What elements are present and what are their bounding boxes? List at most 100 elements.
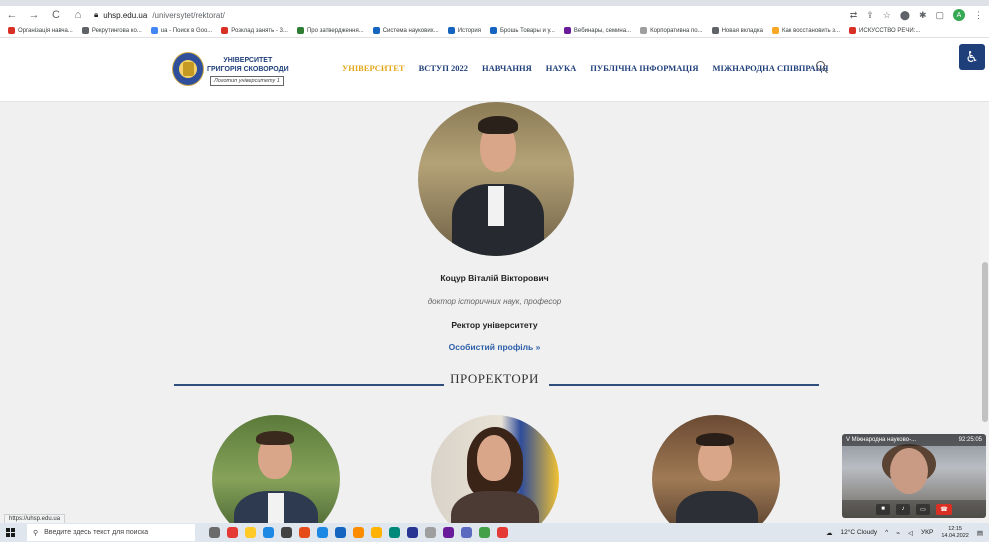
nav-item-education[interactable]: НАВЧАННЯ bbox=[482, 63, 532, 73]
taskbar-app-icon[interactable] bbox=[245, 527, 256, 538]
puzzle-icon[interactable]: ✱ bbox=[919, 10, 927, 21]
windows-taskbar: ⚲ Введите здесь текст для поиска ☁ 12°C … bbox=[0, 523, 989, 542]
bookmark-item[interactable]: История bbox=[447, 27, 481, 34]
forward-icon[interactable]: → bbox=[28, 9, 40, 21]
accessibility-icon[interactable]: ♿︎ bbox=[959, 44, 985, 70]
bookmark-label: Как восстановить з... bbox=[781, 27, 841, 34]
bookmark-item[interactable]: Організація навча... bbox=[8, 27, 73, 34]
taskbar-search[interactable]: ⚲ Введите здесь текст для поиска bbox=[27, 524, 195, 541]
search-icon[interactable] bbox=[816, 61, 825, 70]
tray-chevron-icon[interactable]: ^ bbox=[885, 529, 888, 536]
lock-icon: 🔒︎ bbox=[94, 10, 99, 19]
star-icon[interactable]: ☆ bbox=[883, 10, 891, 21]
taskbar-app-icon[interactable] bbox=[407, 527, 418, 538]
taskbar-app-icon[interactable] bbox=[425, 527, 436, 538]
translate-icon[interactable]: ⇄ bbox=[850, 10, 858, 21]
extension-icon[interactable]: ⬤ bbox=[900, 10, 910, 21]
rector-photo bbox=[418, 102, 574, 256]
nav-item-science[interactable]: НАУКА bbox=[546, 63, 577, 73]
university-name[interactable]: УНІВЕРСИТЕТ ГРИГОРІЯ СКОВОРОДИ bbox=[207, 56, 289, 74]
bookmark-item[interactable]: Система наукових... bbox=[372, 27, 439, 34]
video-call-window[interactable]: V Міжнародна науково-... 92:25:05 ■ ♪ ▭ … bbox=[842, 434, 986, 518]
bookmark-item[interactable]: Про затвердження... bbox=[296, 27, 364, 34]
share-icon[interactable]: ⇪ bbox=[866, 10, 874, 21]
university-name-line2: ГРИГОРІЯ СКОВОРОДИ bbox=[207, 66, 289, 73]
bookmark-item[interactable]: Как восстановить з... bbox=[771, 27, 841, 34]
weather-icon[interactable]: ☁ bbox=[826, 529, 833, 537]
bookmark-label: История bbox=[457, 27, 481, 34]
taskbar-app-icon[interactable] bbox=[371, 527, 382, 538]
taskbar-app-icon[interactable] bbox=[281, 527, 292, 538]
video-call-title: V Міжнародна науково-... bbox=[846, 437, 917, 443]
microphone-icon[interactable]: ♪ bbox=[896, 503, 910, 515]
taskbar-app-icon[interactable] bbox=[335, 527, 346, 538]
bookmark-item[interactable]: Вебинары, семина... bbox=[563, 27, 632, 34]
taskbar-app-icon[interactable] bbox=[443, 527, 454, 538]
bookmark-icon bbox=[849, 27, 857, 34]
bookmark-label: Брошь Товары и у... bbox=[499, 27, 555, 34]
bookmark-label: Рекрутингова ко... bbox=[91, 27, 142, 34]
section-divider-right bbox=[549, 384, 819, 386]
address-bar[interactable]: 🔒︎ uhsp.edu.ua/universytet/rektorat/ bbox=[94, 10, 840, 20]
taskbar-app-icon[interactable] bbox=[497, 527, 508, 538]
scrollbar-thumb[interactable] bbox=[982, 262, 988, 422]
clock[interactable]: 12:15 14.04.2022 bbox=[941, 526, 969, 540]
system-tray: ☁ 12°C Cloudy ^ ⌁ ◁ УКР 12:15 14.04.2022… bbox=[826, 526, 983, 540]
bookmark-icon bbox=[563, 27, 571, 34]
bookmark-label: Вебинары, семина... bbox=[573, 27, 632, 34]
url-host: uhsp.edu.ua bbox=[103, 10, 148, 20]
bookmark-icon bbox=[81, 27, 89, 34]
bookmark-item[interactable]: ИСКУССТВО РЕЧИ:... bbox=[849, 27, 920, 34]
bookmark-item[interactable]: Рекрутингова ко... bbox=[81, 27, 142, 34]
browser-toolbar: ← → C ⌂ 🔒︎ uhsp.edu.ua/universytet/rekto… bbox=[0, 6, 989, 24]
taskbar-app-icon[interactable] bbox=[461, 527, 472, 538]
hang-up-icon[interactable]: ☎ bbox=[936, 503, 952, 515]
windows-start-icon[interactable] bbox=[6, 528, 15, 537]
bookmark-label: Корпоративна по... bbox=[650, 27, 703, 34]
network-icon[interactable]: ⌁ bbox=[896, 529, 900, 537]
camera-icon[interactable]: ■ bbox=[876, 503, 890, 515]
university-name-line1: УНІВЕРСИТЕТ bbox=[223, 57, 273, 64]
nav-item-public-info[interactable]: ПУБЛІЧНА ІНФОРМАЦІЯ bbox=[590, 63, 698, 73]
menu-icon[interactable]: ⋮ bbox=[974, 10, 983, 21]
nav-item-admission[interactable]: ВСТУП 2022 bbox=[419, 63, 468, 73]
taskbar-apps bbox=[209, 527, 508, 538]
bookmark-icon bbox=[372, 27, 380, 34]
taskbar-app-icon[interactable] bbox=[227, 527, 238, 538]
bookmark-item[interactable]: Корпоративна по... bbox=[640, 27, 703, 34]
bookmark-icon bbox=[711, 27, 719, 34]
back-icon[interactable]: ← bbox=[6, 9, 18, 21]
bookmark-item[interactable]: Розклад занять - 3... bbox=[221, 27, 288, 34]
weather-text[interactable]: 12°C Cloudy bbox=[841, 529, 878, 536]
section-title: ПРОРЕКТОРИ bbox=[450, 371, 539, 386]
taskbar-app-icon[interactable] bbox=[479, 527, 490, 538]
reload-icon[interactable]: C bbox=[50, 9, 62, 21]
nav-item-international[interactable]: МІЖНАРОДНА СПІВПРАЦЯ bbox=[713, 63, 829, 73]
taskbar-app-icon[interactable] bbox=[209, 527, 220, 538]
bookmark-icon bbox=[771, 27, 779, 34]
bookmark-item[interactable]: Брошь Товары и у... bbox=[489, 27, 555, 34]
bookmark-item[interactable]: Новая вкладка bbox=[711, 27, 763, 34]
bookmark-icon bbox=[150, 27, 158, 34]
bookmark-icon bbox=[8, 27, 15, 34]
taskbar-app-icon[interactable] bbox=[389, 527, 400, 538]
rector-name: Коцур Віталій Вікторович bbox=[440, 273, 549, 283]
taskbar-app-icon[interactable] bbox=[353, 527, 364, 538]
nav-item-university[interactable]: УНІВЕРСИТЕТ bbox=[342, 63, 405, 73]
taskbar-app-icon[interactable] bbox=[317, 527, 328, 538]
volume-icon[interactable]: ◁ bbox=[908, 529, 913, 537]
language-indicator[interactable]: УКР bbox=[921, 529, 933, 536]
vice-rector-photo bbox=[212, 415, 340, 523]
home-icon[interactable]: ⌂ bbox=[72, 9, 84, 21]
screen-share-icon[interactable]: ▭ bbox=[916, 503, 930, 515]
taskbar-app-icon[interactable] bbox=[263, 527, 274, 538]
profile-avatar[interactable]: A bbox=[953, 9, 965, 21]
bookmark-item[interactable]: ua - Поиск в Goo... bbox=[150, 27, 212, 34]
university-logo[interactable] bbox=[172, 52, 204, 86]
bookmark-label: Організація навча... bbox=[18, 27, 73, 34]
video-call-titlebar[interactable]: V Міжнародна науково-... 92:25:05 bbox=[842, 434, 986, 446]
personal-profile-link[interactable]: Особистий профіль » bbox=[0, 342, 989, 352]
sidebar-icon[interactable]: ▢ bbox=[935, 10, 944, 21]
taskbar-app-icon[interactable] bbox=[299, 527, 310, 538]
notifications-icon[interactable]: ▤ bbox=[977, 529, 983, 537]
